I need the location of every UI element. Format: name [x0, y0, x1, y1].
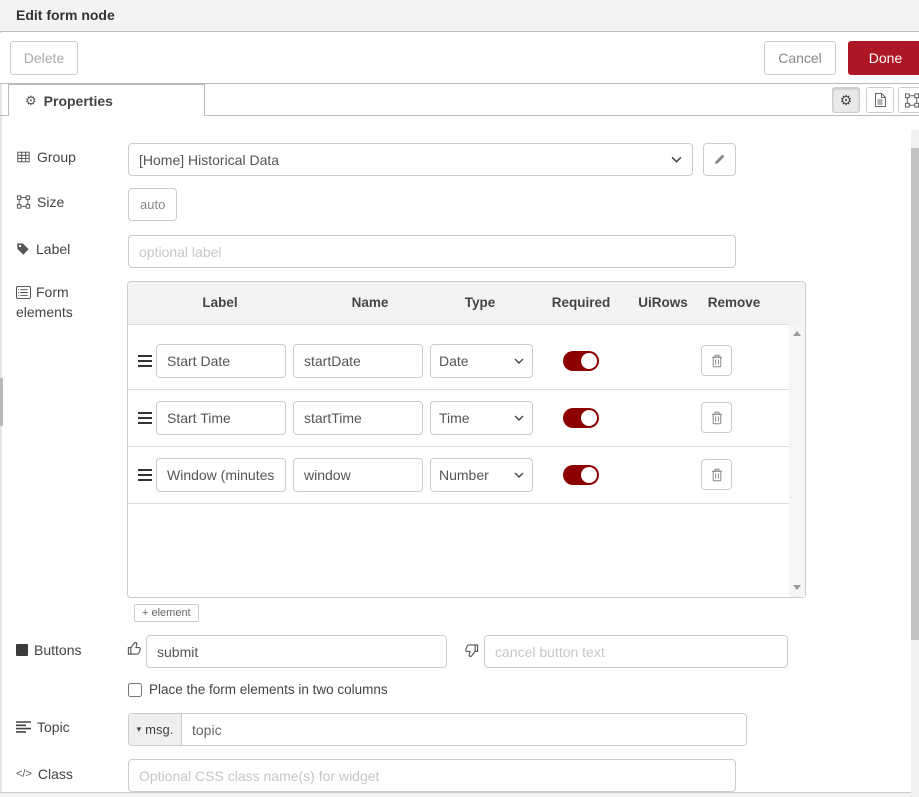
form-elements-table-header: Label Name Type Required UiRows Remove	[128, 282, 805, 325]
scroll-up-icon[interactable]	[793, 331, 801, 336]
window-scrollbar-thumb[interactable]	[911, 148, 919, 640]
element-label-input[interactable]	[156, 401, 286, 435]
chevron-down-icon	[514, 472, 524, 478]
group-label: Group	[16, 149, 76, 165]
done-button[interactable]: Done	[848, 41, 919, 75]
element-type-select[interactable]: Number	[430, 458, 533, 492]
column-header-remove: Remove	[708, 295, 761, 310]
edit-form-node-dialog: Edit form node Delete Cancel Done ⚙ Prop…	[0, 0, 919, 797]
two-columns-label: Place the form elements in two columns	[149, 682, 388, 697]
label-input[interactable]	[128, 235, 736, 268]
thumbs-down-icon	[464, 643, 479, 661]
edit-group-button[interactable]	[703, 143, 736, 176]
dialog-footer	[0, 792, 919, 797]
msg-type-dropdown[interactable]: ▾ msg.	[129, 714, 182, 745]
group-select[interactable]: [Home] Historical Data	[128, 143, 693, 176]
two-columns-checkbox[interactable]	[128, 683, 142, 697]
drag-handle-icon[interactable]	[138, 355, 152, 370]
topic-label: Topic	[16, 719, 70, 735]
window-scrollbar[interactable]	[911, 130, 919, 797]
panel-resize-grip[interactable]	[0, 378, 3, 426]
chevron-down-icon	[671, 156, 682, 163]
drag-handle-icon[interactable]	[138, 469, 152, 484]
form-element-row: Number	[128, 447, 789, 504]
column-header-label: Label	[202, 295, 237, 310]
trash-icon	[711, 411, 723, 425]
class-label: </> Class	[16, 766, 73, 782]
column-header-type: Type	[465, 295, 496, 310]
object-group-icon	[16, 195, 31, 209]
node-properties-button[interactable]: ⚙	[832, 87, 860, 113]
two-columns-option: Place the form elements in two columns	[128, 682, 388, 697]
cancel-button[interactable]: Cancel	[764, 41, 836, 75]
element-type-select[interactable]: Time	[430, 401, 533, 435]
form-element-row: Time	[128, 390, 789, 447]
gear-icon: ⚙	[25, 94, 37, 107]
buttons-label: Buttons	[16, 642, 81, 658]
toggle-knob	[581, 467, 597, 483]
drag-handle-icon[interactable]	[138, 412, 152, 427]
table-scrollbar[interactable]	[789, 324, 805, 597]
topic-typed-input: ▾ msg.	[128, 713, 747, 746]
square-icon	[16, 644, 28, 656]
size-label: Size	[16, 194, 64, 210]
dialog-toolbar: Delete Cancel Done	[0, 33, 919, 84]
form-elements-label: Form elements	[16, 282, 102, 322]
submit-button-text-input[interactable]	[146, 635, 447, 668]
element-label-input[interactable]	[156, 458, 286, 492]
add-element-button[interactable]: + element	[134, 604, 199, 622]
form-element-row: Date	[128, 333, 789, 390]
column-header-required: Required	[552, 295, 611, 310]
toggle-knob	[581, 410, 597, 426]
chevron-down-icon	[514, 415, 524, 421]
element-name-input[interactable]	[293, 344, 423, 378]
form-elements-list: Date Time	[128, 324, 805, 597]
tab-properties[interactable]: ⚙ Properties	[8, 84, 205, 116]
pencil-icon	[713, 153, 726, 166]
required-toggle[interactable]	[563, 351, 599, 371]
remove-element-button[interactable]	[701, 345, 732, 376]
group-select-value: [Home] Historical Data	[139, 152, 279, 168]
dialog-header: Edit form node	[0, 0, 919, 32]
cancel-button-text-input[interactable]	[484, 635, 788, 668]
object-group-icon	[904, 93, 919, 108]
scroll-down-icon[interactable]	[793, 585, 801, 590]
code-icon: </>	[16, 768, 32, 780]
class-input[interactable]	[128, 759, 736, 792]
thumbs-up-icon	[127, 641, 142, 659]
tab-properties-label: Properties	[44, 93, 113, 109]
trash-icon	[711, 468, 723, 482]
element-name-input[interactable]	[293, 401, 423, 435]
list-alt-icon	[16, 286, 31, 299]
toggle-knob	[581, 353, 597, 369]
element-type-select[interactable]: Date	[430, 344, 533, 378]
caret-down-icon: ▾	[137, 724, 142, 735]
label-field-label: Label	[16, 241, 70, 257]
node-appearance-button[interactable]	[898, 87, 919, 113]
required-toggle[interactable]	[563, 465, 599, 485]
msg-prefix-label: msg.	[145, 722, 173, 737]
document-icon	[874, 93, 886, 107]
node-description-button[interactable]	[866, 87, 894, 113]
trash-icon	[711, 354, 723, 368]
column-header-uirows: UiRows	[638, 295, 688, 310]
gear-icon: ⚙	[840, 92, 853, 109]
topic-input[interactable]	[182, 714, 746, 745]
size-auto-button[interactable]: auto	[128, 188, 177, 221]
remove-element-button[interactable]	[701, 459, 732, 490]
remove-element-button[interactable]	[701, 402, 732, 433]
column-header-name: Name	[352, 295, 389, 310]
element-label-input[interactable]	[156, 344, 286, 378]
element-name-input[interactable]	[293, 458, 423, 492]
list-icon	[16, 721, 31, 733]
form-elements-table: Label Name Type Required UiRows Remove D…	[127, 281, 806, 598]
chevron-down-icon	[514, 358, 524, 364]
dialog-title: Edit form node	[16, 0, 115, 31]
tag-icon	[16, 242, 30, 256]
table-icon	[16, 150, 31, 164]
required-toggle[interactable]	[563, 408, 599, 428]
delete-button[interactable]: Delete	[10, 41, 78, 75]
